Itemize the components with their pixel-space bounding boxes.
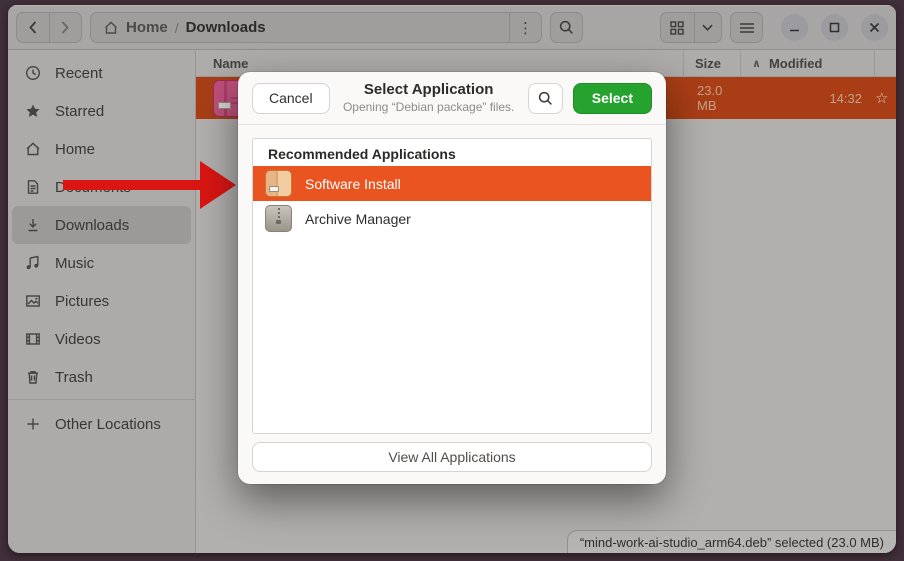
sort-ascending-icon: ∧ (752, 57, 761, 70)
film-icon (25, 331, 41, 347)
column-header-size[interactable]: Size (684, 56, 740, 71)
application-list: Recommended Applications Software Instal… (252, 138, 652, 434)
select-button[interactable]: Select (573, 83, 652, 114)
sidebar-item-pictures[interactable]: Pictures (12, 282, 191, 320)
star-toggle-icon[interactable]: ☆ (875, 89, 896, 107)
software-install-icon (265, 170, 292, 197)
sidebar-item-recent[interactable]: Recent (12, 54, 191, 92)
minimize-button[interactable] (781, 14, 808, 41)
maximize-button[interactable] (821, 14, 848, 41)
minimize-icon (789, 22, 800, 33)
view-all-applications-button[interactable]: View All Applications (252, 442, 652, 472)
sidebar-item-trash[interactable]: Trash (12, 358, 191, 396)
breadcrumb-home[interactable]: Home (126, 19, 168, 36)
magnifier-icon (538, 91, 553, 106)
sidebar-item-other-locations[interactable]: Other Locations (12, 405, 191, 443)
grid-view-icon (670, 21, 684, 35)
chevron-down-icon (702, 24, 713, 31)
hamburger-menu-icon (740, 23, 754, 33)
file-modified-cell: 14:32 (742, 91, 875, 106)
dialog-subtitle: Opening “Debian package” files. (340, 100, 518, 115)
column-divider (874, 50, 875, 76)
forward-button[interactable] (50, 13, 82, 42)
archive-manager-icon (265, 205, 292, 232)
window-controls (781, 14, 888, 41)
maximize-icon (829, 22, 840, 33)
recommended-section-header: Recommended Applications (253, 139, 651, 166)
sidebar-item-label: Trash (55, 369, 93, 386)
star-icon (25, 103, 41, 119)
app-row-archive-manager[interactable]: Archive Manager (253, 201, 651, 236)
sidebar: Recent Starred Home Documents Downloads … (8, 50, 196, 553)
select-application-dialog: Cancel Select Application Opening “Debia… (238, 72, 666, 484)
grid-view-button[interactable] (661, 13, 694, 42)
back-button[interactable] (17, 13, 49, 42)
music-note-icon (25, 255, 41, 271)
sidebar-item-starred[interactable]: Starred (12, 92, 191, 130)
status-bar: “mind-work-ai-studio_arm64.deb” selected… (567, 530, 896, 553)
download-icon (25, 217, 41, 233)
breadcrumb: Home / Downloads ⋮ (90, 12, 542, 43)
sidebar-item-music[interactable]: Music (12, 244, 191, 282)
nav-button-group (16, 12, 82, 43)
close-button[interactable] (861, 14, 888, 41)
dialog-title: Select Application (340, 81, 518, 100)
clock-icon (25, 65, 41, 81)
red-arrow-annotation (55, 150, 245, 220)
document-icon (25, 179, 41, 195)
view-options-button[interactable] (695, 13, 721, 42)
image-icon (25, 293, 41, 309)
sidebar-item-label: Other Locations (55, 416, 161, 433)
breadcrumb-separator: / (175, 20, 179, 36)
kebab-vertical-icon: ⋮ (518, 19, 533, 37)
column-header-modified[interactable]: ∧ Modified (741, 56, 874, 71)
sidebar-separator (8, 399, 195, 400)
dialog-title-block: Select Application Opening “Debian packa… (340, 81, 518, 115)
cancel-button[interactable]: Cancel (252, 83, 330, 114)
sidebar-item-label: Videos (55, 331, 101, 348)
chevron-left-icon (29, 21, 37, 34)
column-header-name[interactable]: Name (196, 56, 683, 71)
chevron-right-icon (61, 21, 69, 34)
search-button[interactable] (550, 12, 583, 43)
dialog-header: Cancel Select Application Opening “Debia… (238, 72, 666, 125)
home-icon (25, 141, 41, 157)
home-icon (103, 20, 119, 36)
app-name: Archive Manager (305, 211, 411, 227)
plus-icon (25, 416, 41, 432)
status-text: “mind-work-ai-studio_arm64.deb” selected… (580, 535, 884, 550)
sidebar-item-label: Starred (55, 103, 104, 120)
close-icon (869, 22, 880, 33)
trash-icon (25, 369, 41, 385)
breadcrumb-current[interactable]: Downloads (186, 19, 266, 36)
app-row-software-install[interactable]: Software Install (253, 166, 651, 201)
sidebar-item-label: Music (55, 255, 94, 272)
sidebar-item-videos[interactable]: Videos (12, 320, 191, 358)
path-menu-button[interactable]: ⋮ (509, 13, 541, 42)
sidebar-item-label: Recent (55, 65, 103, 82)
headerbar: Home / Downloads ⋮ (8, 5, 896, 50)
file-size-cell: 23.0 MB (686, 83, 742, 113)
app-name: Software Install (305, 176, 401, 192)
magnifier-icon (559, 20, 574, 35)
dialog-search-button[interactable] (528, 83, 563, 114)
sidebar-item-label: Pictures (55, 293, 109, 310)
hamburger-menu-button[interactable] (730, 12, 763, 43)
view-toggle-group (660, 12, 722, 43)
dialog-body: Recommended Applications Software Instal… (238, 125, 666, 484)
